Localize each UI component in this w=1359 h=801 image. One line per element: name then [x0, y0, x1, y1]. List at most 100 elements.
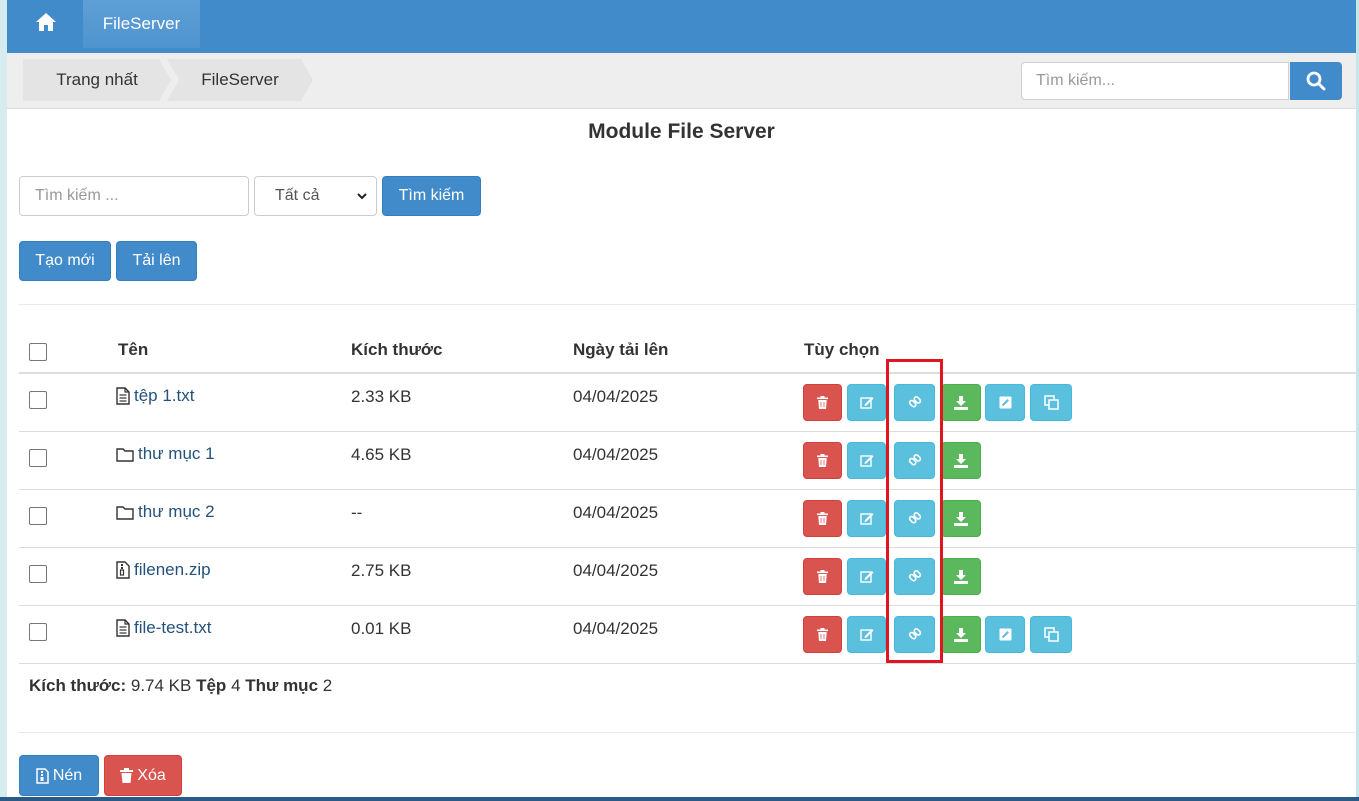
download-icon [954, 395, 968, 410]
file-size: 4.65 KB [351, 445, 412, 464]
delete-button[interactable] [803, 384, 842, 421]
filter-search-button[interactable]: Tìm kiếm [382, 176, 481, 216]
trash-icon [817, 512, 828, 525]
file-name: thư mục 2 [138, 502, 215, 521]
home-button[interactable] [29, 8, 63, 36]
upload-date: 04/04/2025 [573, 619, 659, 638]
row-divider [19, 547, 1356, 548]
download-icon [954, 453, 968, 468]
summary-folders-label: Thư mục [245, 676, 319, 695]
file-name: thư mục 1 [138, 444, 215, 463]
upload-date: 04/04/2025 [573, 561, 659, 580]
top-search-input[interactable] [1021, 62, 1289, 100]
summary-files-label: Tệp [196, 676, 227, 695]
pencil-square-icon [999, 396, 1012, 409]
page: FileServer Trang nhất FileServer Module … [7, 0, 1356, 801]
row-divider [19, 605, 1356, 606]
table-header-divider [19, 372, 1356, 374]
copy-icon [1043, 627, 1059, 642]
copy-button[interactable] [1030, 616, 1072, 653]
delete-label: Xóa [137, 766, 166, 784]
row-checkbox[interactable] [29, 623, 47, 641]
trash-icon [817, 396, 828, 409]
breadcrumb-item-home[interactable]: Trang nhất [23, 59, 171, 101]
file-size: 0.01 KB [351, 619, 412, 638]
rename-button[interactable] [847, 500, 886, 537]
edit-content-button[interactable] [985, 384, 1025, 421]
row-checkbox[interactable] [29, 507, 47, 525]
edit-icon [859, 628, 874, 641]
download-button[interactable] [941, 500, 981, 537]
file-name: file-test.txt [134, 618, 212, 637]
filter-select-value: Tất cả [275, 187, 320, 204]
row-checkbox[interactable] [29, 449, 47, 467]
file-name: filenen.zip [134, 560, 211, 579]
select-all-checkbox[interactable] [29, 343, 47, 361]
delete-button[interactable] [803, 616, 842, 653]
rename-button[interactable] [847, 442, 886, 479]
filter-type-select[interactable]: Tất cả [254, 176, 377, 216]
top-navbar: FileServer [7, 0, 1356, 53]
download-button[interactable] [941, 384, 981, 421]
delete-button[interactable] [803, 558, 842, 595]
download-icon [954, 511, 968, 526]
delete-selected-button[interactable]: Xóa [104, 755, 182, 796]
file-size: 2.33 KB [351, 387, 412, 406]
highlight-box [886, 359, 943, 663]
bottom-edge [0, 797, 1359, 801]
upload-date: 04/04/2025 [573, 387, 659, 406]
file-name: tệp 1.txt [134, 386, 195, 405]
divider [19, 732, 1356, 733]
edit-content-button[interactable] [985, 616, 1025, 653]
summary-folders-value: 2 [322, 676, 333, 695]
file-name-link[interactable]: filenen.zip [116, 560, 211, 580]
file-name-link[interactable]: tệp 1.txt [116, 386, 194, 406]
download-button[interactable] [941, 558, 981, 595]
folder-icon [116, 505, 134, 520]
create-button[interactable]: Tạo mới [19, 241, 111, 281]
row-checkbox[interactable] [29, 391, 47, 409]
row-divider [19, 431, 1356, 432]
row-checkbox[interactable] [29, 565, 47, 583]
edit-icon [859, 454, 874, 467]
home-icon [36, 13, 56, 31]
file-name-link[interactable]: file-test.txt [116, 618, 211, 638]
divider [19, 304, 1356, 305]
download-icon [954, 627, 968, 642]
folder-icon [116, 447, 134, 462]
summary-size-label: Kích thước: [29, 676, 127, 695]
copy-icon [1043, 395, 1059, 410]
download-button[interactable] [941, 616, 981, 653]
top-search-button[interactable] [1290, 62, 1342, 100]
rename-button[interactable] [847, 384, 886, 421]
breadcrumb-item-fileserver[interactable]: FileServer [167, 59, 313, 101]
rename-button[interactable] [847, 616, 886, 653]
rename-button[interactable] [847, 558, 886, 595]
compress-button[interactable]: Nén [19, 755, 99, 796]
column-header-date: Ngày tải lên [573, 340, 669, 359]
download-button[interactable] [941, 442, 981, 479]
file-name-link[interactable]: thư mục 1 [116, 444, 215, 464]
column-header-name: Tên [118, 340, 149, 359]
column-header-options: Tùy chọn [804, 340, 880, 359]
file-zip-icon [36, 767, 49, 784]
summary-size-value: 9.74 KB [130, 676, 192, 695]
file-zip-icon [116, 561, 130, 579]
summary: Kích thước: 9.74 KB Tệp 4 Thư mục 2 [29, 676, 332, 696]
upload-button[interactable]: Tải lên [116, 241, 197, 281]
trash-icon [817, 628, 828, 641]
trash-icon [817, 570, 828, 583]
column-header-size: Kích thước [351, 340, 443, 359]
delete-button[interactable] [803, 500, 842, 537]
chevron-down-icon [357, 193, 367, 200]
filter-search-input[interactable] [19, 176, 249, 216]
compress-label: Nén [52, 766, 83, 784]
file-size: 2.75 KB [351, 561, 412, 580]
file-name-link[interactable]: thư mục 2 [116, 502, 215, 522]
upload-date: 04/04/2025 [573, 445, 659, 464]
nav-tab-fileserver[interactable]: FileServer [83, 0, 200, 48]
edit-icon [859, 570, 874, 583]
copy-button[interactable] [1030, 384, 1072, 421]
trash-icon [817, 454, 828, 467]
delete-button[interactable] [803, 442, 842, 479]
